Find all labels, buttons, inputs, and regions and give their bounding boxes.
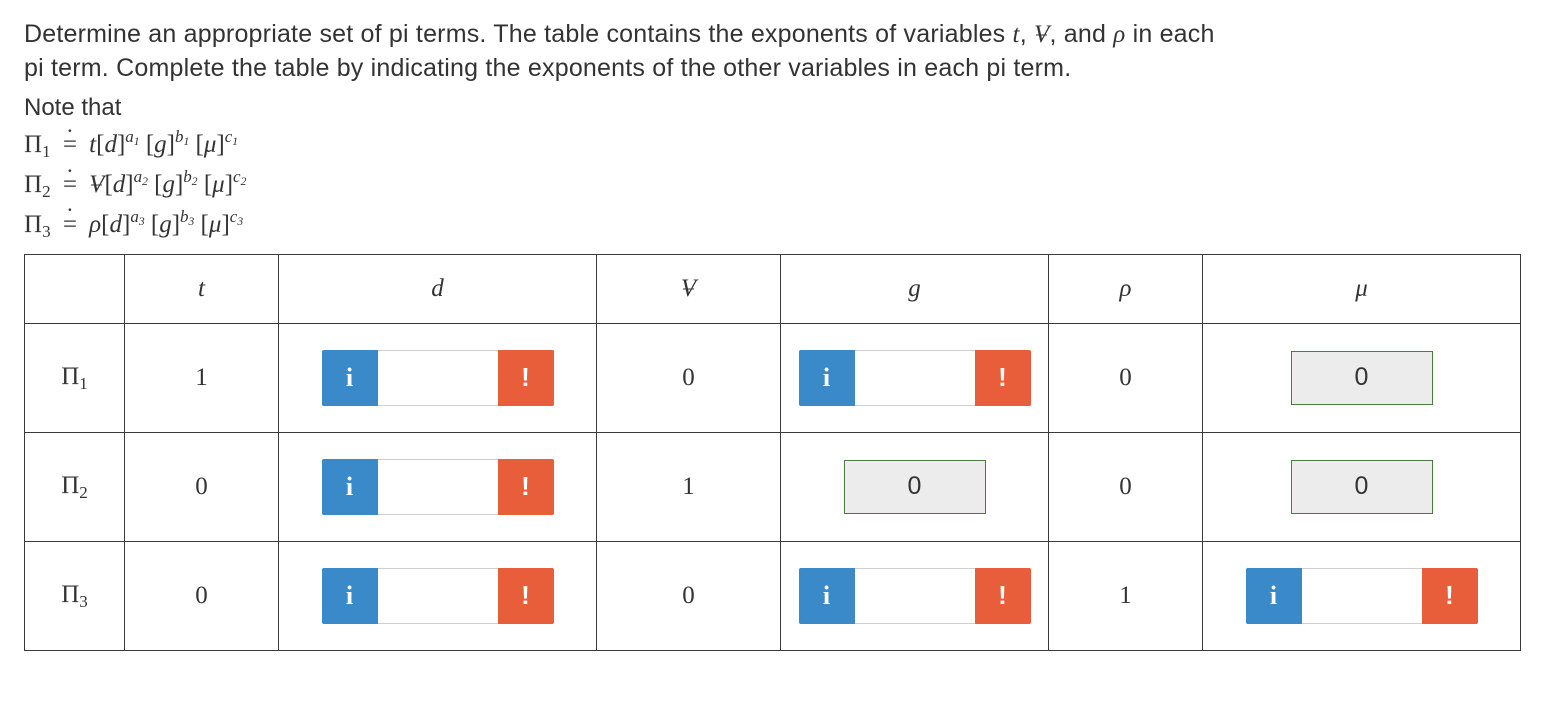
- static-value-rho: 0: [1119, 364, 1132, 391]
- answer-field[interactable]: [1302, 568, 1422, 624]
- question-prompt: Determine an appropriate set of pi terms…: [24, 18, 1520, 86]
- header-mu: μ: [1203, 254, 1521, 323]
- header-t: t: [125, 254, 279, 323]
- cell-mu: 0: [1203, 323, 1521, 432]
- prompt-var-t: t: [1013, 21, 1020, 48]
- header-d: d: [279, 254, 597, 323]
- equation-pi3: Π3 = ρ[d]a3 [g]b3 [μ]c3: [24, 206, 1520, 244]
- warning-icon[interactable]: !: [975, 350, 1031, 406]
- static-value-rho: 1: [1119, 582, 1132, 609]
- cell-g: 0: [781, 432, 1049, 541]
- answer-input-d[interactable]: i!: [322, 459, 554, 515]
- answer-field[interactable]: [378, 459, 498, 515]
- prompt-comma1: ,: [1020, 20, 1034, 48]
- static-value-t: 0: [195, 473, 208, 500]
- answer-input-mu[interactable]: i!: [1246, 568, 1478, 624]
- table-header-row: t d V g ρ μ: [25, 254, 1521, 323]
- info-icon[interactable]: i: [322, 568, 378, 624]
- note-block: Note that Π1 = t[d]a1 [g]b1 [μ]c1 Π2 = V…: [24, 92, 1520, 244]
- prompt-var-V: V: [1034, 18, 1049, 52]
- pi-label: Π3: [61, 581, 88, 608]
- warning-icon[interactable]: !: [498, 459, 554, 515]
- answer-field[interactable]: [378, 568, 498, 624]
- answer-input-g[interactable]: i!: [799, 568, 1031, 624]
- table-row: Π1 1 i! 0 i! 0 0: [25, 323, 1521, 432]
- static-value-rho: 0: [1119, 473, 1132, 500]
- warning-icon[interactable]: !: [1422, 568, 1478, 624]
- answer-input-d[interactable]: i!: [322, 350, 554, 406]
- header-blank: [25, 254, 125, 323]
- prompt-and: , and: [1049, 20, 1113, 48]
- prompt-line1b: in each: [1125, 20, 1214, 48]
- info-icon[interactable]: i: [322, 459, 378, 515]
- info-icon[interactable]: i: [799, 350, 855, 406]
- info-icon[interactable]: i: [322, 350, 378, 406]
- cell-rho: 1: [1049, 541, 1203, 650]
- answer-field[interactable]: [855, 568, 975, 624]
- filled-answer-g: 0: [844, 460, 986, 514]
- static-value-t: 1: [195, 364, 208, 391]
- warning-icon[interactable]: !: [498, 350, 554, 406]
- cell-rho: 0: [1049, 323, 1203, 432]
- static-value-V: 1: [682, 473, 695, 500]
- pi-terms-table: t d V g ρ μ Π1 1 i! 0 i! 0 0 Π2 0 i! 1 0 0 0 Π3 0 i! 0 i! 1…: [24, 254, 1521, 651]
- prompt-line1a: Determine an appropriate set of pi terms…: [24, 20, 1013, 48]
- warning-icon[interactable]: !: [498, 568, 554, 624]
- cell-V: 1: [597, 432, 781, 541]
- cell-rho: 0: [1049, 432, 1203, 541]
- equation-pi2: Π2 = V[d]a2 [g]b2 [μ]c2: [24, 166, 1520, 204]
- filled-answer-mu: 0: [1291, 460, 1433, 514]
- cell-d: i!: [279, 323, 597, 432]
- cell-g: i!: [781, 541, 1049, 650]
- header-V: V: [597, 254, 781, 323]
- pi-label: Π1: [61, 363, 88, 390]
- row-label: Π1: [25, 323, 125, 432]
- table-row: Π3 0 i! 0 i! 1 i!: [25, 541, 1521, 650]
- pi-label: Π2: [61, 472, 88, 499]
- answer-field[interactable]: [855, 350, 975, 406]
- answer-field[interactable]: [378, 350, 498, 406]
- header-g: g: [781, 254, 1049, 323]
- warning-icon[interactable]: !: [975, 568, 1031, 624]
- cell-mu: 0: [1203, 432, 1521, 541]
- filled-answer-mu: 0: [1291, 351, 1433, 405]
- cell-V: 0: [597, 541, 781, 650]
- note-label: Note that: [24, 92, 1520, 124]
- cell-d: i!: [279, 541, 597, 650]
- row-label: Π3: [25, 541, 125, 650]
- static-value-V: 0: [682, 582, 695, 609]
- prompt-line2: pi term. Complete the table by indicatin…: [24, 54, 1071, 82]
- cell-d: i!: [279, 432, 597, 541]
- info-icon[interactable]: i: [1246, 568, 1302, 624]
- cell-t: 0: [125, 541, 279, 650]
- prompt-var-rho: ρ: [1113, 21, 1125, 48]
- equation-pi1: Π1 = t[d]a1 [g]b1 [μ]c1: [24, 126, 1520, 164]
- cell-t: 0: [125, 432, 279, 541]
- row-label: Π2: [25, 432, 125, 541]
- info-icon[interactable]: i: [799, 568, 855, 624]
- cell-g: i!: [781, 323, 1049, 432]
- header-rho: ρ: [1049, 254, 1203, 323]
- static-value-V: 0: [682, 364, 695, 391]
- table-row: Π2 0 i! 1 0 0 0: [25, 432, 1521, 541]
- cell-mu: i!: [1203, 541, 1521, 650]
- static-value-t: 0: [195, 582, 208, 609]
- cell-V: 0: [597, 323, 781, 432]
- answer-input-d[interactable]: i!: [322, 568, 554, 624]
- answer-input-g[interactable]: i!: [799, 350, 1031, 406]
- cell-t: 1: [125, 323, 279, 432]
